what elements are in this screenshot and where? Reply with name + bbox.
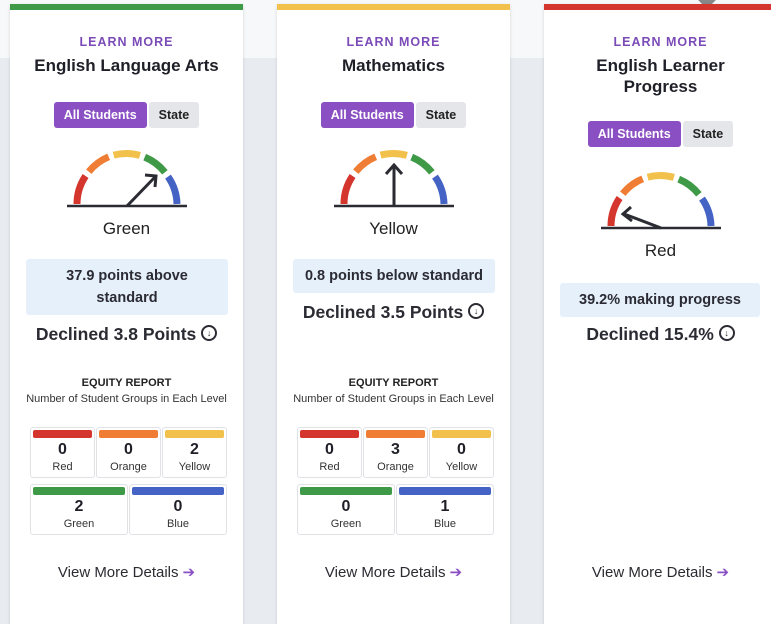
equity-label: Yellow [178, 461, 211, 473]
equity-report-heading: EQUITY REPORT [81, 377, 172, 389]
gauge [277, 142, 510, 217]
view-more-details-label: View More Details [324, 564, 446, 581]
card-color-bar [277, 4, 510, 10]
equity-report-subheading: Number of Student Groups in Each Level [293, 393, 494, 405]
equity-box-green[interactable]: 2 Green [30, 484, 128, 535]
learn-more-link[interactable]: LEARN MORE [10, 35, 243, 49]
equity-label: Red [52, 461, 73, 473]
equity-count: 2 [190, 441, 199, 458]
equity-box-blue[interactable]: 1 Blue [396, 484, 494, 535]
arrow-right-icon: ➔ [182, 564, 196, 581]
equity-count: 0 [173, 498, 183, 515]
orange-bar [366, 430, 425, 438]
student-scope-toggle: All Students State [544, 121, 771, 147]
equity-label: Green [330, 518, 362, 530]
equity-box-red[interactable]: 0 Red [297, 427, 362, 478]
equity-count: 0 [124, 441, 133, 458]
red-bar [33, 430, 92, 438]
equity-label: Blue [433, 518, 457, 530]
learn-more-link[interactable]: LEARN MORE [277, 35, 510, 49]
down-arrow-circle-icon: ↓ [718, 325, 735, 342]
card-title: English Learner Progress [596, 56, 725, 96]
equity-count: 0 [457, 441, 466, 458]
view-more-details-link[interactable]: View More Details ➔ [544, 563, 771, 581]
card-mathematics: LEARN MORE Mathematics All Students State… [277, 4, 510, 624]
yellow-bar [165, 430, 224, 438]
equity-count: 0 [341, 498, 351, 515]
equity-label: Orange [377, 461, 414, 473]
learn-more-link[interactable]: LEARN MORE [544, 35, 771, 49]
gauge-green-icon [66, 150, 187, 208]
equity-box-yellow[interactable]: 2 Yellow [162, 427, 227, 478]
score-text: 39.2% making progress [579, 292, 741, 308]
view-more-details-link[interactable]: View More Details ➔ [10, 563, 243, 581]
equity-box-orange[interactable]: 0 Orange [96, 427, 161, 478]
equity-count: 3 [391, 441, 400, 458]
all-students-button[interactable]: All Students [320, 102, 414, 128]
equity-box-blue[interactable]: 0 Blue [129, 484, 227, 535]
down-arrow-circle-icon: ↓ [468, 303, 485, 320]
equity-label: Blue [166, 518, 190, 530]
student-scope-toggle: All Students State [10, 102, 243, 128]
arrow-right-icon: ➔ [716, 564, 730, 581]
score-text: 37.9 points above standard [66, 268, 188, 306]
status-label: Green [102, 219, 151, 238]
gauge [544, 164, 771, 239]
green-bar [33, 487, 125, 495]
equity-label: Yellow [445, 461, 478, 473]
arrow-right-icon: ➔ [449, 564, 463, 581]
equity-label: Orange [110, 461, 147, 473]
card-english-learner-progress: LEARN MORE English Learner Progress All … [544, 4, 771, 624]
score-box: 0.8 points below standard [293, 259, 495, 293]
status-label: Yellow [369, 219, 418, 238]
yellow-bar [432, 430, 491, 438]
green-bar [300, 487, 392, 495]
equity-count: 1 [440, 498, 450, 515]
all-students-button[interactable]: All Students [53, 102, 147, 128]
card-title: English Language Arts [34, 56, 219, 75]
change-value: Declined 3.8 Points [35, 324, 197, 344]
view-more-details-label: View More Details [57, 564, 179, 581]
equity-box-orange[interactable]: 3 Orange [363, 427, 428, 478]
card-title: Mathematics [342, 56, 445, 75]
state-button[interactable]: State [682, 121, 734, 147]
blue-bar [399, 487, 491, 495]
equity-box-red[interactable]: 0 Red [30, 427, 95, 478]
score-box: 37.9 points above standard [26, 259, 228, 315]
change-value: Declined 3.5 Points [302, 302, 464, 322]
equity-report-heading: EQUITY REPORT [348, 377, 439, 389]
equity-count: 0 [325, 441, 334, 458]
change-text: Declined 3.8 Points ↓ [10, 324, 243, 345]
state-button[interactable]: State [415, 102, 467, 128]
equity-count: 0 [58, 441, 67, 458]
equity-report-subheading: Number of Student Groups in Each Level [26, 393, 227, 405]
change-text: Declined 15.4% ↓ [544, 324, 771, 345]
state-button[interactable]: State [148, 102, 200, 128]
orange-bar [99, 430, 158, 438]
gauge-yellow-icon [333, 150, 454, 208]
student-scope-toggle: All Students State [277, 102, 510, 128]
equity-box-yellow[interactable]: 0 Yellow [429, 427, 494, 478]
all-students-button[interactable]: All Students [587, 121, 681, 147]
equity-label: Green [63, 518, 95, 530]
gauge [10, 142, 243, 217]
blue-bar [132, 487, 224, 495]
change-value: Declined 15.4% [586, 324, 714, 344]
view-more-details-label: View More Details [591, 564, 713, 581]
equity-label: Red [319, 461, 340, 473]
card-english-language-arts: LEARN MORE English Language Arts All Stu… [10, 4, 243, 624]
gauge-red-icon [600, 172, 721, 230]
view-more-details-link[interactable]: View More Details ➔ [277, 563, 510, 581]
card-color-bar [544, 4, 771, 10]
change-text: Declined 3.5 Points ↓ [277, 302, 510, 323]
status-label: Red [644, 241, 677, 260]
score-box: 39.2% making progress [560, 283, 760, 317]
score-text: 0.8 points below standard [304, 268, 484, 284]
down-arrow-circle-icon: ↓ [201, 325, 218, 342]
equity-count: 2 [74, 498, 84, 515]
red-bar [300, 430, 359, 438]
card-color-bar [10, 4, 243, 10]
equity-box-green[interactable]: 0 Green [297, 484, 395, 535]
